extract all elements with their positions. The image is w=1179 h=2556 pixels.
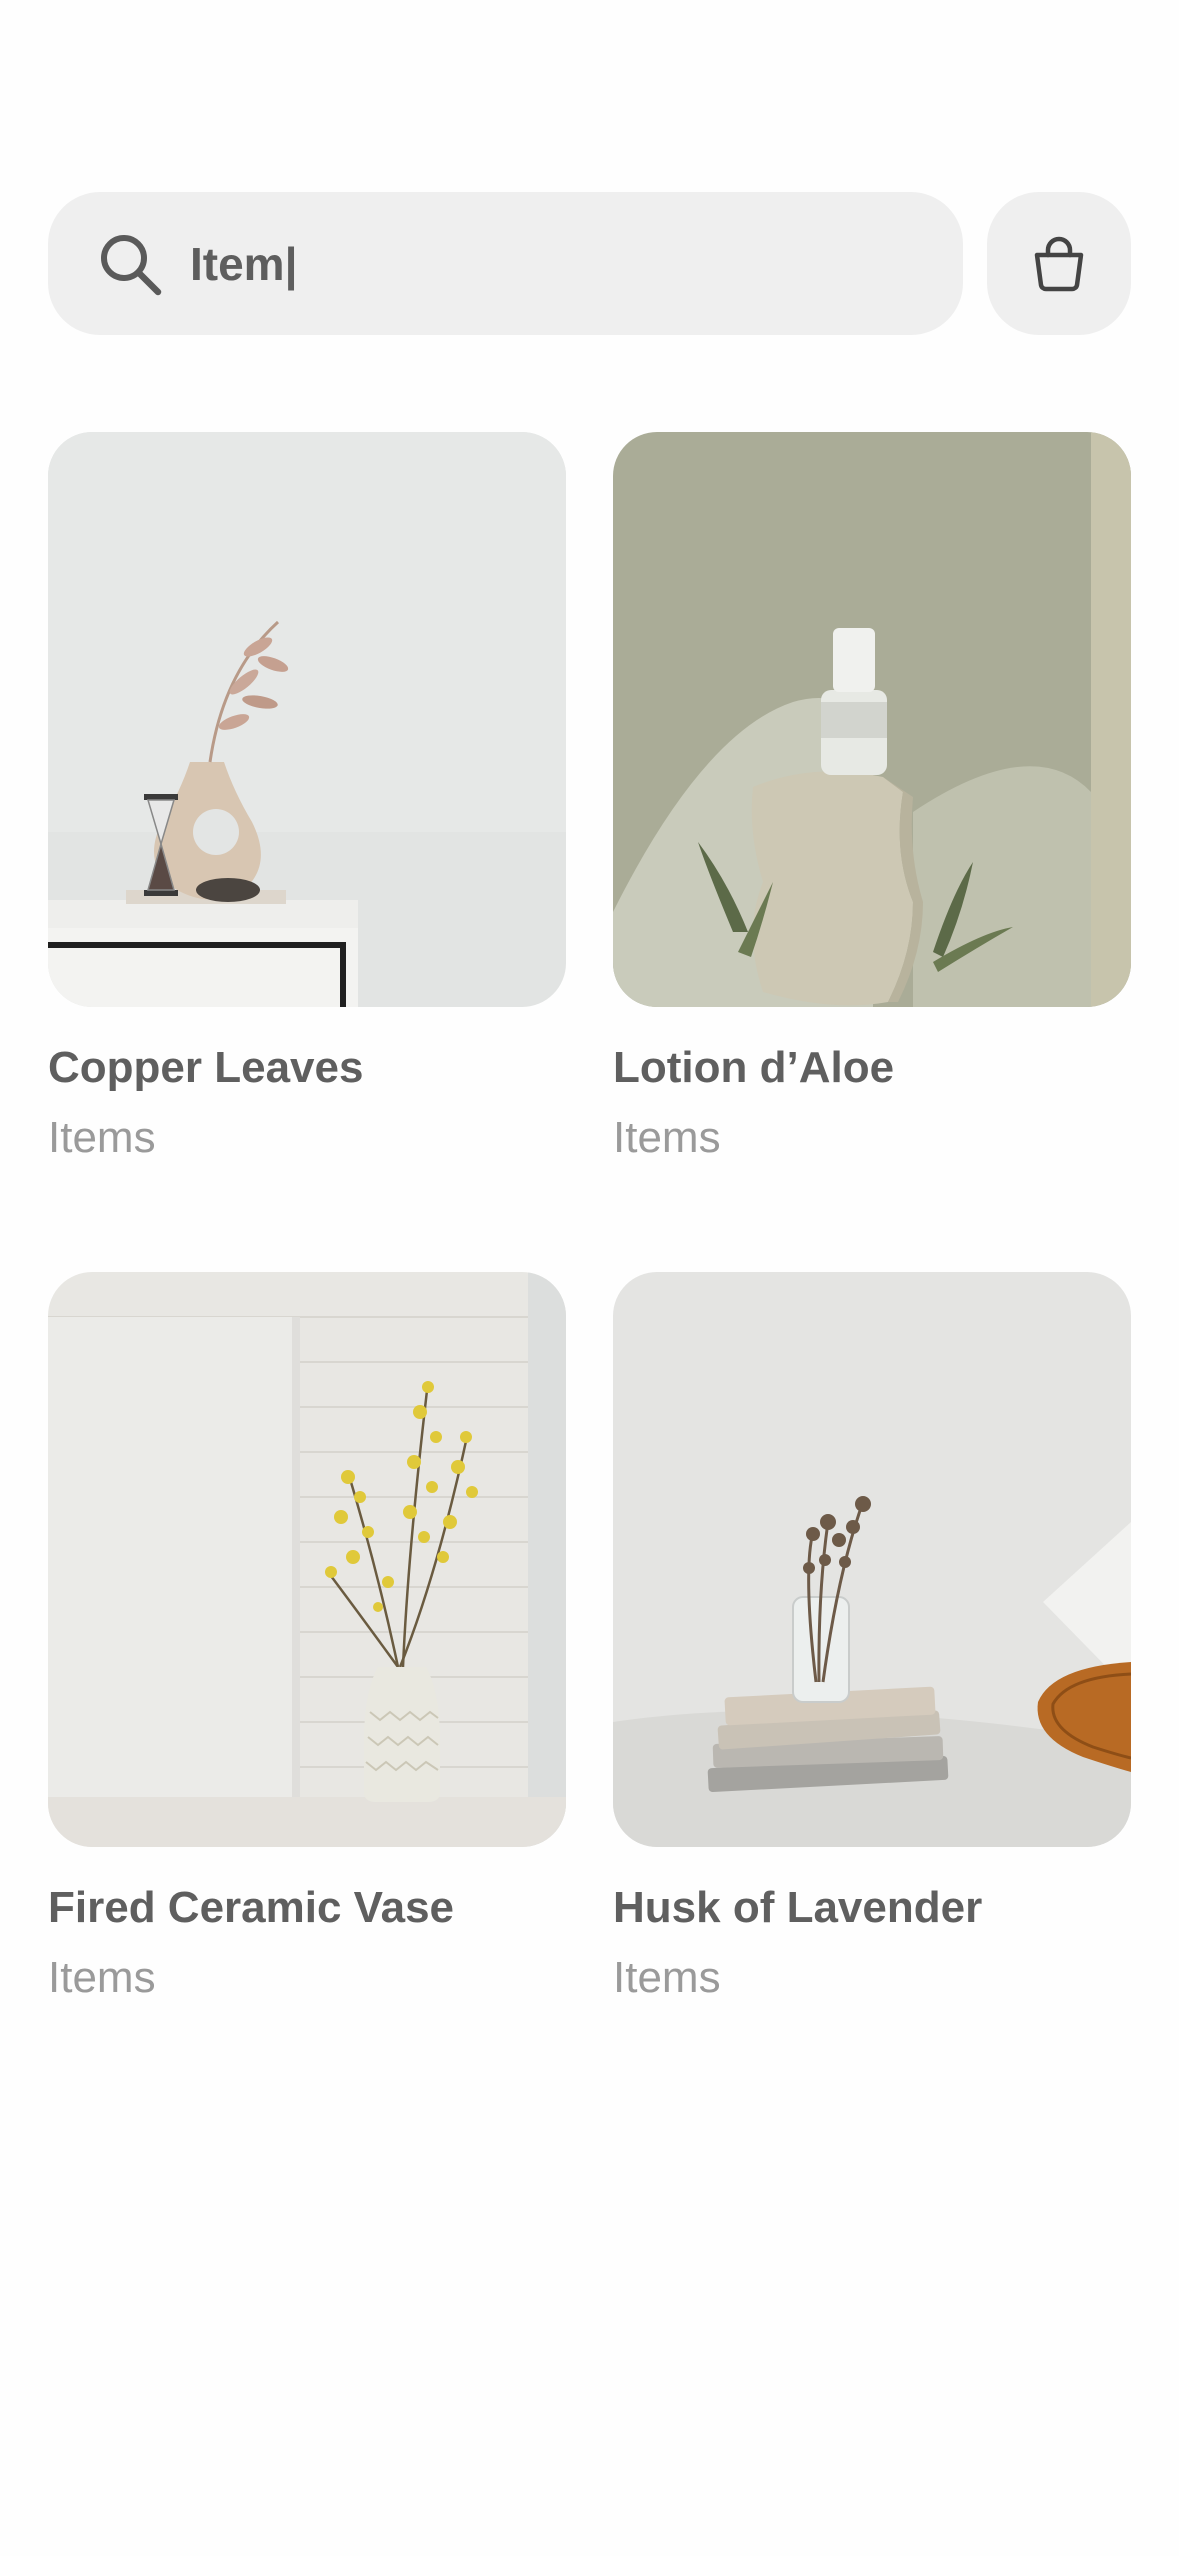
product-image[interactable]: [48, 1272, 566, 1847]
product-title: Fired Ceramic Vase: [48, 1883, 455, 1932]
product-image[interactable]: [613, 432, 1131, 1007]
product-title: Copper Leaves: [48, 1043, 364, 1092]
product-subtitle: Items: [48, 1953, 156, 2002]
product-image[interactable]: [613, 1272, 1131, 1847]
product-title: Lotion d’Aloe: [613, 1043, 895, 1092]
product-title: Husk of Lavender: [613, 1883, 983, 1932]
search-input[interactable]: [190, 233, 890, 294]
product-subtitle: Items: [48, 1113, 156, 1162]
search-icon: [101, 234, 162, 295]
product-subtitle: Items: [613, 1113, 721, 1162]
product-card[interactable]: Lotion d’Aloe Items: [613, 432, 1131, 1165]
product-card[interactable]: Fired Ceramic Vase Items: [48, 1272, 566, 2005]
product-card[interactable]: Husk of Lavender Items: [613, 1272, 1131, 2005]
product-card[interactable]: Copper Leaves Items: [48, 432, 566, 1165]
shopping-bag-icon: [1034, 236, 1084, 291]
product-image[interactable]: [48, 432, 566, 1007]
product-subtitle: Items: [613, 1953, 721, 2002]
search-bar[interactable]: [48, 192, 963, 335]
cart-button[interactable]: [987, 192, 1131, 335]
